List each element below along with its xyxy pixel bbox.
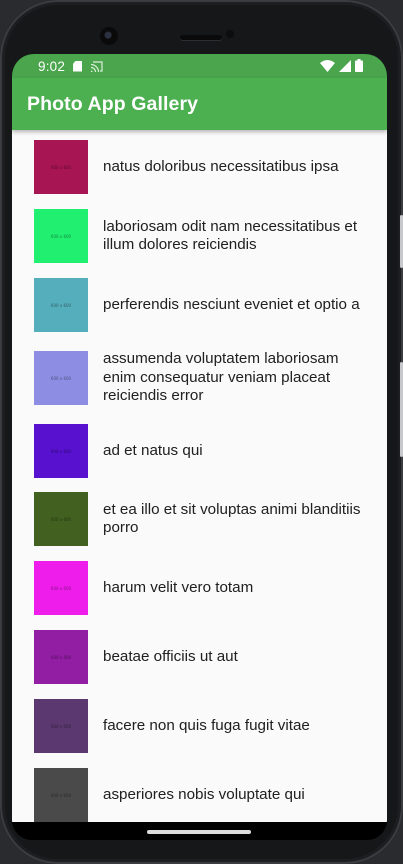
system-navigation-bar	[12, 822, 387, 840]
status-time: 9:02	[38, 58, 66, 74]
photo-thumbnail[interactable]: 600 x 600	[34, 699, 88, 753]
status-bar: 9:02	[12, 54, 387, 78]
photo-thumbnail[interactable]: 600 x 600	[34, 561, 88, 615]
photo-list-item[interactable]: 600 x 600 assumenda voluptatem laboriosa…	[12, 347, 387, 409]
photo-title: beatae officiis ut aut	[103, 647, 238, 665]
photo-title: assumenda voluptatem laboriosam enim con…	[103, 350, 339, 405]
photo-title: asperiores nobis voluptate qui	[103, 785, 305, 803]
cast-icon	[90, 60, 103, 72]
thumbnail-size-label: 600 x 600	[50, 792, 72, 798]
app-title: Photo App Gallery	[27, 92, 199, 115]
photo-list-item[interactable]: 600 x 600 beatae officiis ut aut	[12, 630, 387, 684]
earpiece-speaker	[180, 35, 222, 40]
photo-list-item[interactable]: 600 x 600 perferendis nesciunt eveniet e…	[12, 278, 387, 332]
battery-icon	[355, 59, 363, 72]
photo-list-item[interactable]: 600 x 600 asperiores nobis voluptate qui	[12, 768, 387, 822]
photo-title: harum velit vero totam	[103, 578, 254, 596]
photo-title: laboriosam odit nam necessitatibus et il…	[103, 217, 358, 254]
wifi-icon	[320, 59, 335, 72]
photo-thumbnail[interactable]: 600 x 600	[34, 278, 88, 332]
signal-icon	[339, 59, 351, 72]
photo-thumbnail[interactable]: 600 x 600	[34, 351, 88, 405]
photo-thumbnail[interactable]: 600 x 600	[34, 140, 88, 194]
thumbnail-size-label: 600 x 600	[50, 654, 72, 660]
thumbnail-size-label: 600 x 600	[50, 516, 72, 522]
front-camera	[100, 27, 118, 45]
photo-list-item[interactable]: 600 x 600 harum velit vero totam	[12, 561, 387, 615]
photo-title: et ea illo et sit voluptas animi blandit…	[103, 500, 361, 537]
device-screen: 9:02 Photo App Gallery 600 x 600 natus d…	[12, 54, 387, 840]
photo-list-item[interactable]: 600 x 600 et ea illo et sit voluptas ani…	[12, 492, 387, 546]
photo-list-item[interactable]: 600 x 600 natus doloribus necessitatibus…	[12, 140, 387, 194]
thumbnail-size-label: 600 x 600	[50, 233, 72, 239]
thumbnail-size-label: 600 x 600	[50, 585, 72, 591]
photo-title: ad et natus qui	[103, 441, 203, 459]
photo-list[interactable]: 600 x 600 natus doloribus necessitatibus…	[12, 130, 387, 822]
thumbnail-size-label: 600 x 600	[50, 448, 72, 454]
photo-title: perferendis nesciunt eveniet et optio a	[103, 295, 360, 313]
photo-list-item[interactable]: 600 x 600 facere non quis fuga fugit vit…	[12, 699, 387, 753]
photo-thumbnail[interactable]: 600 x 600	[34, 209, 88, 263]
photo-list-item[interactable]: 600 x 600 laboriosam odit nam necessitat…	[12, 209, 387, 263]
thumbnail-size-label: 600 x 600	[50, 723, 72, 729]
photo-title: facere non quis fuga fugit vitae	[103, 716, 310, 734]
photo-title: natus doloribus necessitatibus ipsa	[103, 157, 339, 175]
app-bar: Photo App Gallery	[12, 78, 387, 130]
photo-list-item[interactable]: 600 x 600 ad et natus qui	[12, 424, 387, 478]
status-icons	[320, 59, 363, 72]
home-gesture-handle[interactable]	[147, 830, 251, 834]
phone-frame: 9:02 Photo App Gallery 600 x 600 natus d…	[0, 0, 403, 864]
photo-thumbnail[interactable]: 600 x 600	[34, 630, 88, 684]
thumbnail-size-label: 600 x 600	[50, 302, 72, 308]
thumbnail-size-label: 600 x 600	[50, 375, 72, 381]
sd-card-icon	[73, 60, 83, 72]
photo-thumbnail[interactable]: 600 x 600	[34, 492, 88, 546]
photo-thumbnail[interactable]: 600 x 600	[34, 424, 88, 478]
thumbnail-size-label: 600 x 600	[50, 164, 72, 170]
photo-thumbnail[interactable]: 600 x 600	[34, 768, 88, 822]
proximity-sensor	[226, 30, 234, 38]
